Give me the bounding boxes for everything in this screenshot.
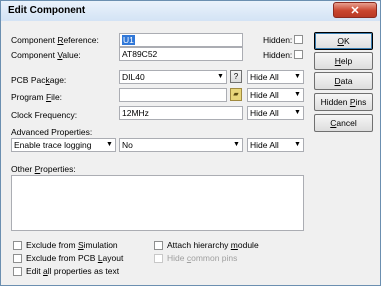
chevron-down-icon: ▼: [294, 73, 301, 80]
label-text: Component: [11, 50, 58, 60]
hidden-label: Hidden:: [263, 35, 293, 45]
clock-frequency-input[interactable]: 12MHz: [119, 106, 243, 120]
hidden-pins-button[interactable]: Hidden Pins: [314, 93, 373, 111]
label-text: Program: [11, 92, 46, 102]
visibility-value: Hide All: [250, 72, 279, 82]
close-button[interactable]: ✕: [333, 2, 377, 18]
advanced-properties-label: Advanced Properties:: [11, 127, 93, 137]
button-text: Hidden: [320, 97, 350, 107]
label-text: roperties:: [40, 164, 76, 174]
advanced-value-text: No: [122, 140, 133, 150]
help-button[interactable]: Help: [314, 52, 373, 70]
label-text: Other: [11, 164, 35, 174]
chevron-down-icon: ▼: [106, 141, 113, 148]
title-bar: Edit Component ✕: [1, 1, 380, 21]
label-text: Exclude from: [26, 240, 78, 250]
reference-hidden-checkbox[interactable]: [294, 35, 303, 44]
label-text: Component: [11, 35, 58, 45]
label-accel: m: [230, 240, 238, 250]
cancel-button[interactable]: Cancel: [314, 114, 373, 132]
exclude-simulation-label: Exclude from Simulation: [26, 240, 118, 250]
hide-common-pins-checkbox: [154, 254, 163, 263]
program-file-visibility-select[interactable]: Hide All ▼: [247, 88, 304, 102]
hidden-label: Hidden:: [263, 50, 293, 60]
edit-all-properties-checkbox[interactable]: [13, 267, 22, 276]
pcb-package-value: DIL40: [122, 72, 145, 82]
label-text: alue:: [62, 50, 81, 60]
label-text: odule: [237, 240, 259, 250]
program-file-label: Program File:: [11, 92, 62, 102]
program-file-input[interactable]: [119, 88, 227, 102]
data-button[interactable]: Data: [314, 72, 373, 90]
button-accel: O: [337, 36, 344, 46]
advanced-value-select[interactable]: No ▼: [119, 138, 243, 152]
button-text: ata: [340, 76, 353, 86]
chevron-down-icon: ▼: [294, 109, 301, 116]
edit-component-dialog: Edit Component ✕ Component Reference: U1…: [0, 0, 381, 286]
button-text: elp: [340, 56, 353, 66]
other-properties-label: Other Properties:: [11, 164, 76, 174]
package-help-button[interactable]: ?: [230, 70, 242, 83]
label-text: ommon pins: [191, 253, 238, 263]
chevron-down-icon: ▼: [217, 73, 224, 80]
chevron-down-icon: ▼: [233, 141, 240, 148]
label-text: Exclude from PCB: [26, 253, 98, 263]
button-text: ancel: [336, 118, 357, 128]
button-text: ins: [355, 97, 367, 107]
component-value-label: Component Value:: [11, 50, 81, 60]
label-text: Attach hierarchy: [167, 240, 231, 250]
component-value-input[interactable]: AT89C52: [119, 47, 243, 61]
folder-icon[interactable]: ▰: [230, 88, 242, 101]
pcb-package-label: PCB Package:: [11, 75, 66, 85]
attach-hierarchy-label: Attach hierarchy module: [167, 240, 259, 250]
pcb-package-select[interactable]: DIL40 ▼: [119, 70, 227, 84]
other-properties-textarea[interactable]: [11, 175, 304, 231]
label-text: age:: [49, 75, 67, 85]
pcb-package-visibility-select[interactable]: Hide All ▼: [247, 70, 304, 84]
component-reference-value: U1: [122, 35, 135, 45]
value-hidden-checkbox[interactable]: [294, 50, 303, 59]
chevron-down-icon: ▼: [294, 91, 301, 98]
ok-button[interactable]: OK: [314, 32, 373, 50]
label-text: imulation: [83, 240, 118, 250]
hide-common-pins-label: Hide common pins: [167, 253, 237, 263]
button-text: K: [343, 36, 350, 46]
dialog-title: Edit Component: [8, 5, 86, 16]
label-text: ile:: [51, 92, 63, 102]
clock-frequency-visibility-select[interactable]: Hide All ▼: [247, 106, 304, 120]
visibility-value: Hide All: [250, 108, 279, 118]
edit-all-properties-label: Edit all properties as text: [26, 266, 119, 276]
visibility-value: Hide All: [250, 90, 279, 100]
exclude-pcb-layout-label: Exclude from PCB Layout: [26, 253, 123, 263]
exclude-pcb-layout-checkbox[interactable]: [13, 254, 22, 263]
label-text: PCB Pac: [11, 75, 46, 85]
advanced-visibility-select[interactable]: Hide All ▼: [247, 138, 304, 152]
label-text: Edit: [26, 266, 44, 276]
advanced-property-select[interactable]: Enable trace logging ▼: [11, 138, 116, 152]
component-reference-label: Component Reference:: [11, 35, 99, 45]
label-text: Hide: [167, 253, 187, 263]
label-text: eference:: [63, 35, 99, 45]
label-text: ll properties as text: [47, 266, 120, 276]
attach-hierarchy-checkbox[interactable]: [154, 241, 163, 250]
chevron-down-icon: ▼: [294, 141, 301, 148]
clock-frequency-label: Clock Frequency:: [11, 110, 78, 120]
exclude-simulation-checkbox[interactable]: [13, 241, 22, 250]
component-reference-input[interactable]: U1: [119, 33, 243, 47]
label-text: ayout: [102, 253, 124, 263]
visibility-value: Hide All: [250, 140, 279, 150]
advanced-property-value: Enable trace logging: [14, 140, 92, 150]
